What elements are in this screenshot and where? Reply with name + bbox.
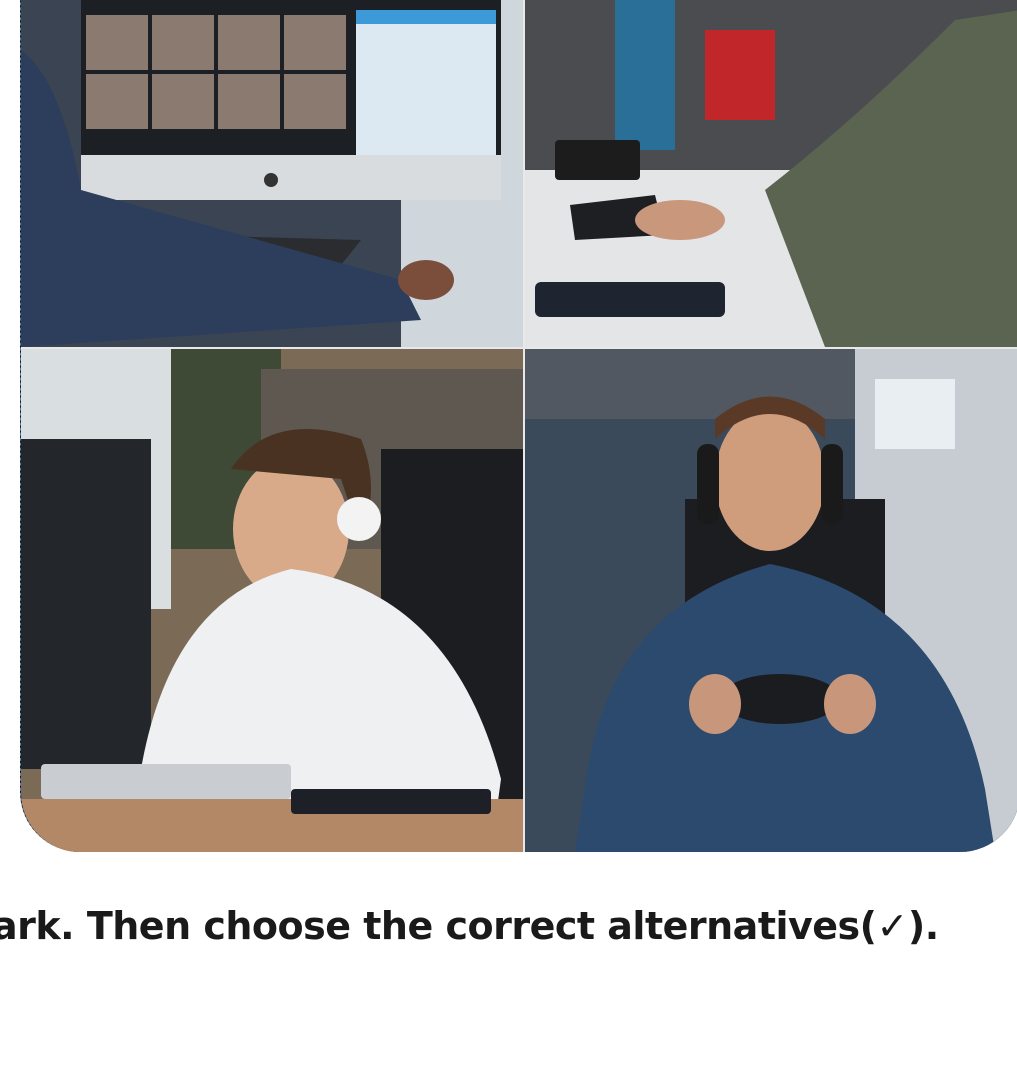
woman-with-headphones-photo: [21, 349, 523, 852]
video-call-workstation-photo: [21, 0, 523, 347]
man-with-game-controller-photo: [525, 349, 1017, 852]
typing-at-desk-photo: [525, 0, 1017, 347]
instruction-text: ark. Then choose the correct alternative…: [0, 904, 939, 948]
photo-divider-vertical: [523, 0, 525, 852]
photo-divider-horizontal: [21, 347, 1017, 349]
photo-grid: [20, 0, 1017, 852]
